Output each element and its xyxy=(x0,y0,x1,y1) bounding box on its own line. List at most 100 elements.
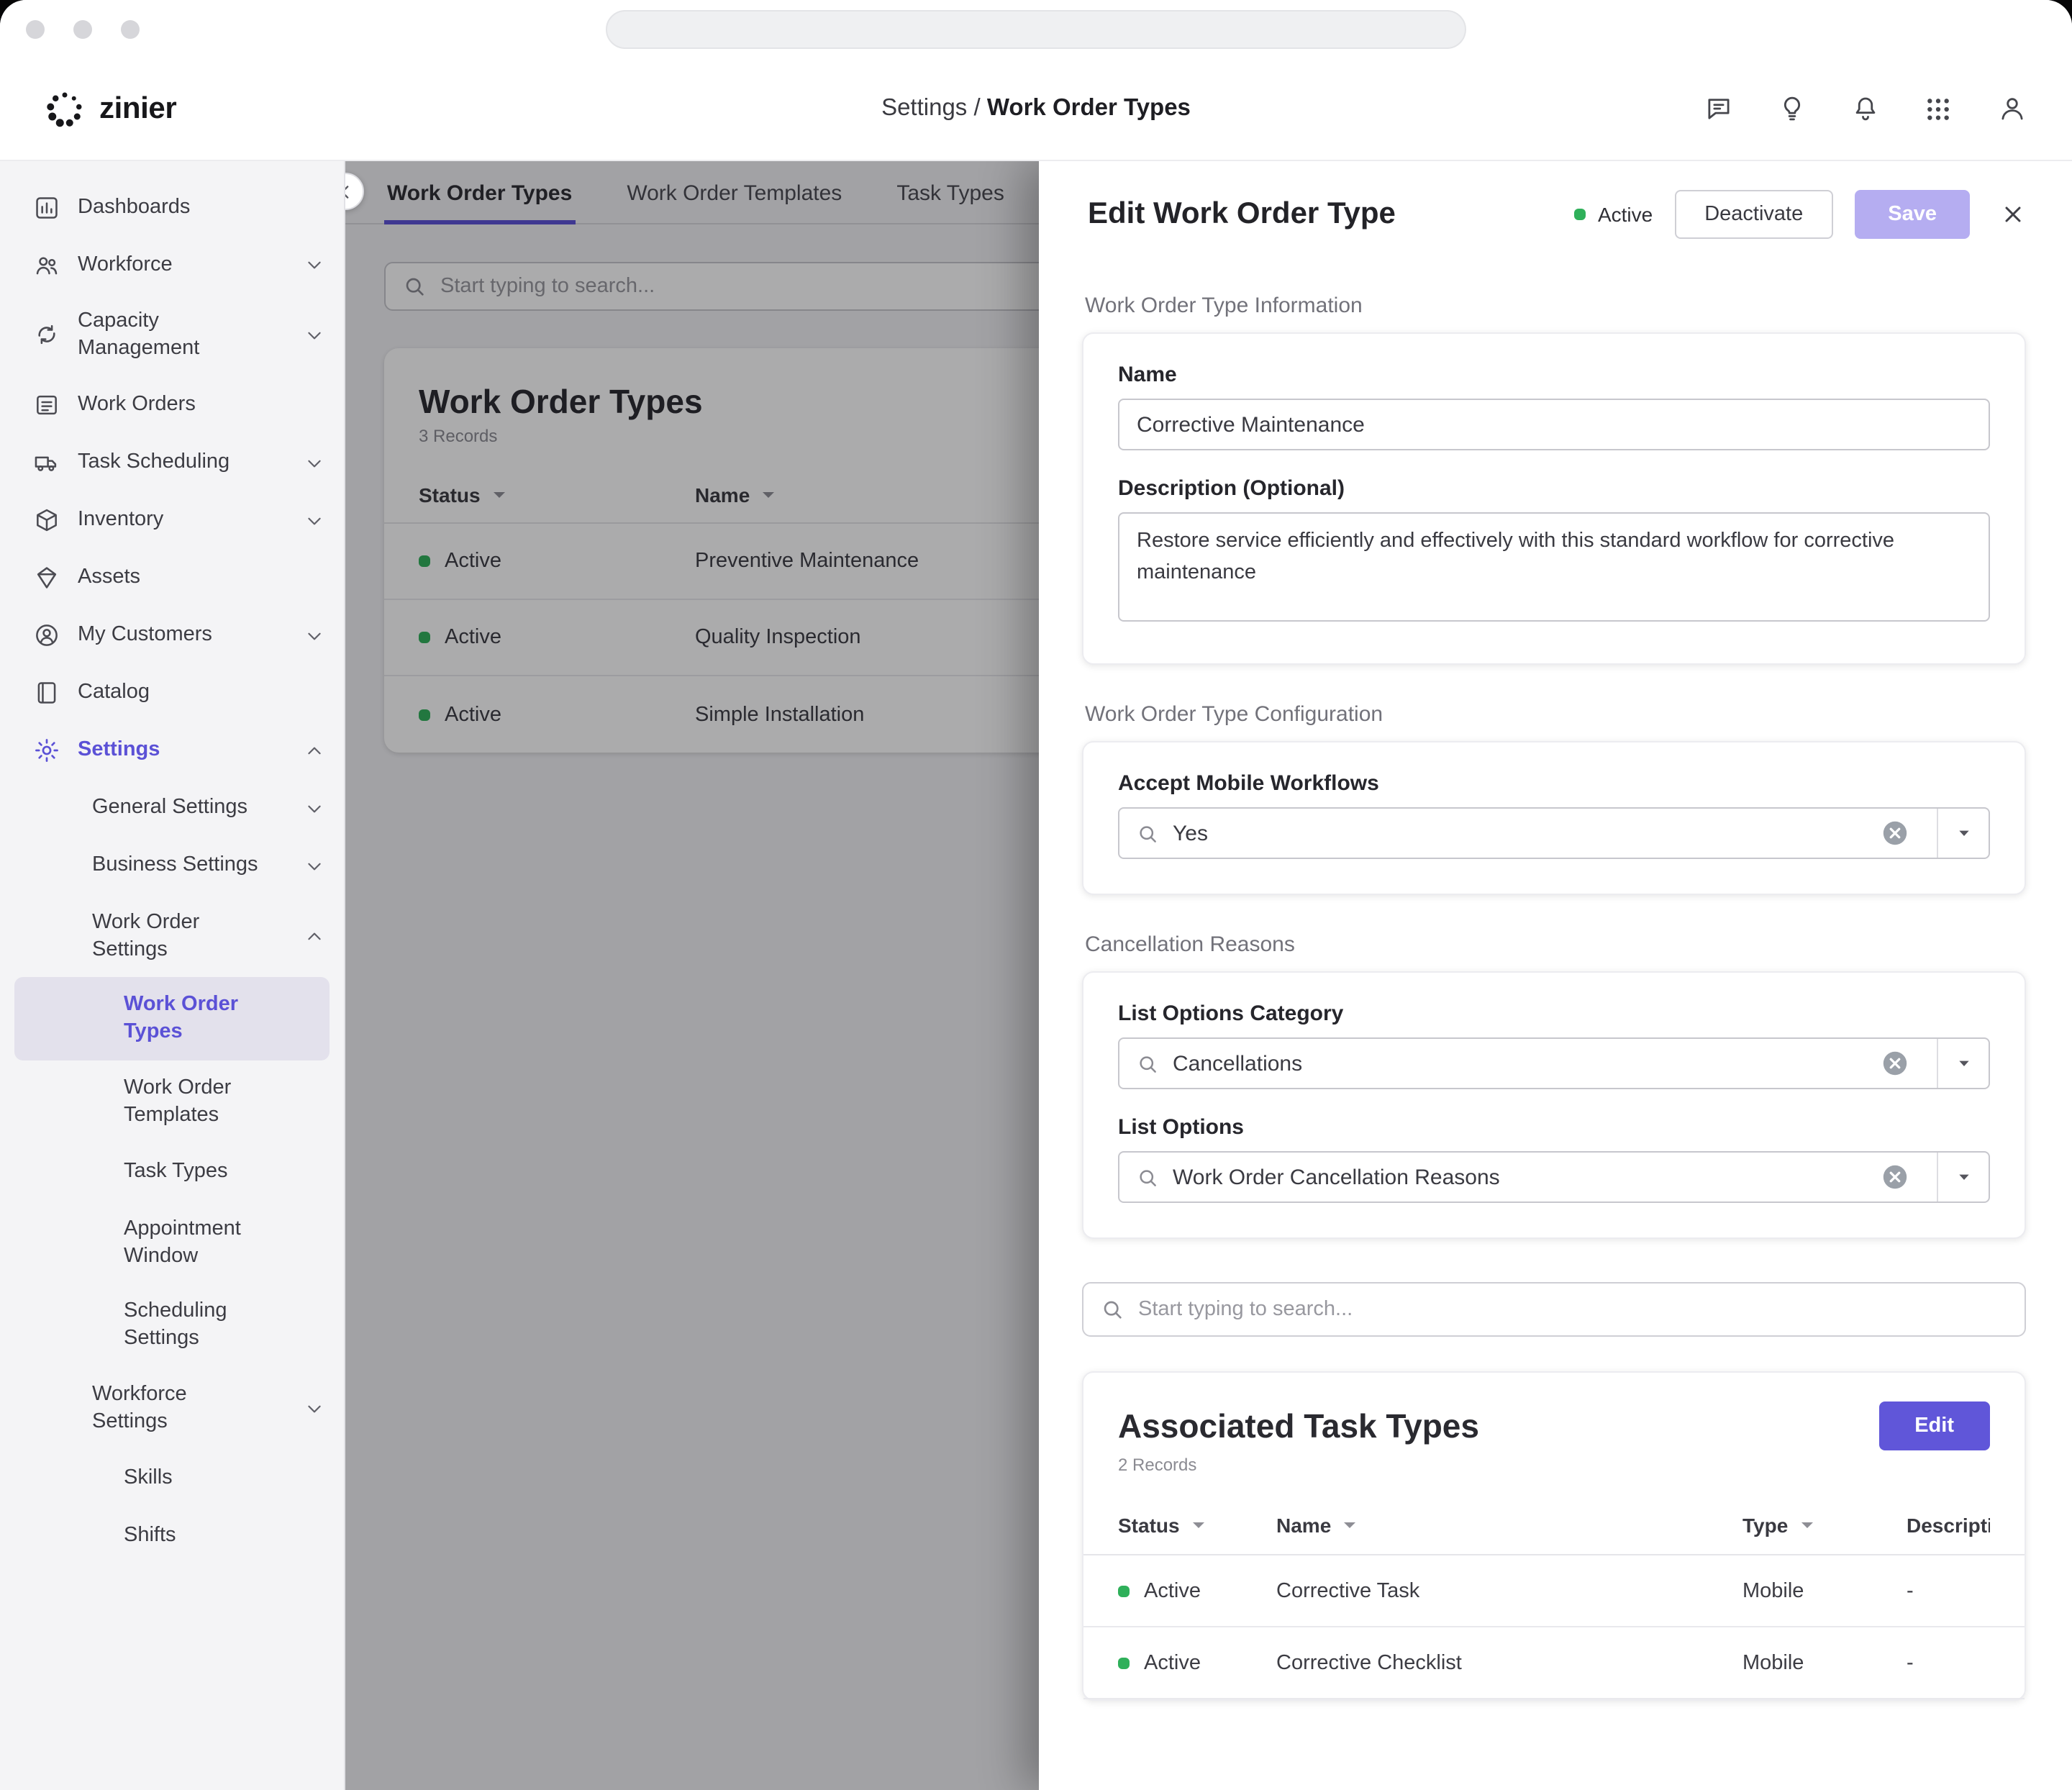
dashboards-icon xyxy=(32,193,60,222)
sidebar-item-general-settings[interactable]: General Settings xyxy=(0,779,344,837)
sidebar-item-label: Catalog xyxy=(78,680,150,707)
sidebar-item-scheduling-settings[interactable]: Scheduling Settings xyxy=(0,1284,344,1367)
chevron-down-icon xyxy=(305,255,324,274)
window-zoom-dot[interactable] xyxy=(121,19,140,38)
sidebar-item-dashboards[interactable]: Dashboards xyxy=(0,178,344,236)
info-card: Name Description (Optional) Restore serv… xyxy=(1082,332,2026,665)
associated-task-types-header: Associated Task Types Edit xyxy=(1083,1401,2025,1450)
name-label: Name xyxy=(1118,363,1990,387)
status-text: Active xyxy=(1598,203,1653,226)
sidebar-item-capacity-management[interactable]: Capacity Management xyxy=(0,294,344,376)
status-cell: Active xyxy=(1118,1579,1276,1602)
sidebar-item-settings[interactable]: Settings xyxy=(0,722,344,779)
dropdown-caret-button[interactable] xyxy=(1937,1153,1989,1201)
drawer-search-input[interactable] xyxy=(1138,1298,2007,1321)
sidebar-item-work-order-types[interactable]: Work Order Types xyxy=(14,978,330,1060)
sidebar-item-workforce[interactable]: Workforce xyxy=(0,236,344,294)
chevron-down-icon xyxy=(305,1399,324,1418)
sidebar-item-task-scheduling[interactable]: Task Scheduling xyxy=(0,434,344,491)
sidebar-item-shifts[interactable]: Shifts xyxy=(0,1508,344,1566)
window-controls xyxy=(26,0,140,58)
column-label: Status xyxy=(1118,1513,1180,1536)
sidebar-item-label: Inventory xyxy=(78,507,163,535)
sidebar-item-assets[interactable]: Assets xyxy=(0,549,344,606)
edit-button[interactable]: Edit xyxy=(1878,1401,1990,1450)
url-bar[interactable] xyxy=(606,9,1466,48)
sort-caret-icon xyxy=(1799,1517,1814,1532)
window-close-dot[interactable] xyxy=(26,19,45,38)
browser-window: zinier Settings / Work Order Types xyxy=(0,0,2072,1790)
description-field[interactable]: Restore service efficiently and effectiv… xyxy=(1118,512,1990,622)
column-header-type[interactable]: Type xyxy=(1742,1513,1907,1536)
dropdown-caret-button[interactable] xyxy=(1937,1039,1989,1088)
list-options-category-select[interactable]: Cancellations xyxy=(1118,1037,1990,1089)
select-value: Cancellations xyxy=(1173,1051,1868,1076)
sidebar-item-label: Business Settings xyxy=(92,853,258,880)
table-row[interactable]: Active Corrective Checklist Mobile - xyxy=(1083,1627,2025,1699)
clear-circle-icon xyxy=(1882,820,1908,846)
close-icon xyxy=(2000,201,2026,227)
configuration-card: Accept Mobile Workflows Yes xyxy=(1082,741,2026,895)
save-button[interactable]: Save xyxy=(1855,190,1970,239)
sidebar-item-appointment-window[interactable]: Appointment Window xyxy=(0,1201,344,1284)
associated-task-types-card: Associated Task Types Edit 2 Records Sta… xyxy=(1082,1371,2026,1701)
sidebar-item-label: Settings xyxy=(78,737,160,765)
section-heading-info: Work Order Type Information xyxy=(1085,294,2023,318)
sidebar-item-workforce-settings[interactable]: Workforce Settings xyxy=(0,1367,344,1450)
description-label: Description (Optional) xyxy=(1118,476,1990,501)
column-header-name[interactable]: Name xyxy=(1276,1513,1742,1536)
chevron-down-icon xyxy=(305,326,324,345)
select-value: Work Order Cancellation Reasons xyxy=(1173,1165,1868,1189)
caret-down-icon xyxy=(1952,822,1975,845)
breadcrumb-separator: / xyxy=(974,95,981,121)
clear-selection-button[interactable] xyxy=(1882,1164,1908,1190)
sidebar-item-inventory[interactable]: Inventory xyxy=(0,491,344,549)
sidebar-item-skills[interactable]: Skills xyxy=(0,1450,344,1508)
notifications-bell-icon[interactable] xyxy=(1848,91,1882,126)
status-dot-icon xyxy=(1575,209,1586,220)
name-field[interactable] xyxy=(1118,399,1990,450)
sidebar-item-business-settings[interactable]: Business Settings xyxy=(0,837,344,894)
sidebar-item-label: Scheduling Settings xyxy=(124,1299,289,1353)
column-header-description[interactable]: Descripti xyxy=(1907,1513,1990,1536)
card-title: Associated Task Types xyxy=(1118,1407,1878,1445)
sidebar-item-label: Work Orders xyxy=(78,392,196,419)
gear-icon xyxy=(32,736,60,765)
clear-selection-button[interactable] xyxy=(1882,1050,1908,1076)
sidebar: Dashboards Workforce Capacity Management… xyxy=(0,161,345,1790)
apps-grid-icon[interactable] xyxy=(1921,91,1955,126)
deactivate-button[interactable]: Deactivate xyxy=(1674,190,1833,239)
clear-circle-icon xyxy=(1882,1050,1908,1076)
sidebar-item-label: Shifts xyxy=(124,1523,176,1550)
sidebar-item-label: Work Order Types xyxy=(124,992,275,1046)
sidebar-item-task-types[interactable]: Task Types xyxy=(0,1144,344,1201)
breadcrumb-page: Work Order Types xyxy=(987,95,1191,121)
caret-down-icon xyxy=(1952,1166,1975,1189)
list-options-select[interactable]: Work Order Cancellation Reasons xyxy=(1118,1151,1990,1203)
sidebar-item-catalog[interactable]: Catalog xyxy=(0,664,344,722)
workforce-icon xyxy=(32,250,60,279)
record-count: 2 Records xyxy=(1083,1450,2025,1495)
sidebar-item-work-orders[interactable]: Work Orders xyxy=(0,376,344,434)
clear-circle-icon xyxy=(1882,1164,1908,1190)
zinier-logo[interactable]: zinier xyxy=(43,87,176,130)
profile-icon[interactable] xyxy=(1994,91,2029,126)
header-actions xyxy=(1701,91,2029,126)
sidebar-item-work-order-templates[interactable]: Work Order Templates xyxy=(0,1060,344,1143)
column-header-status[interactable]: Status xyxy=(1118,1513,1276,1536)
chevron-down-icon xyxy=(305,511,324,530)
window-minimize-dot[interactable] xyxy=(73,19,92,38)
sidebar-item-label: Appointment Window xyxy=(124,1216,289,1270)
close-drawer-button[interactable] xyxy=(1991,193,2035,236)
dropdown-caret-button[interactable] xyxy=(1937,809,1989,858)
accept-mobile-workflows-select[interactable]: Yes xyxy=(1118,807,1990,859)
logo-text: zinier xyxy=(99,91,176,126)
clear-selection-button[interactable] xyxy=(1882,820,1908,846)
sidebar-item-label: Work Order Templates xyxy=(124,1075,289,1129)
feedback-chat-icon[interactable] xyxy=(1701,91,1735,126)
lightbulb-icon[interactable] xyxy=(1774,91,1809,126)
sidebar-item-label: Task Types xyxy=(124,1159,228,1186)
sidebar-item-my-customers[interactable]: My Customers xyxy=(0,606,344,664)
sidebar-item-work-order-settings[interactable]: Work Order Settings xyxy=(0,894,344,977)
table-row[interactable]: Active Corrective Task Mobile - xyxy=(1083,1555,2025,1627)
